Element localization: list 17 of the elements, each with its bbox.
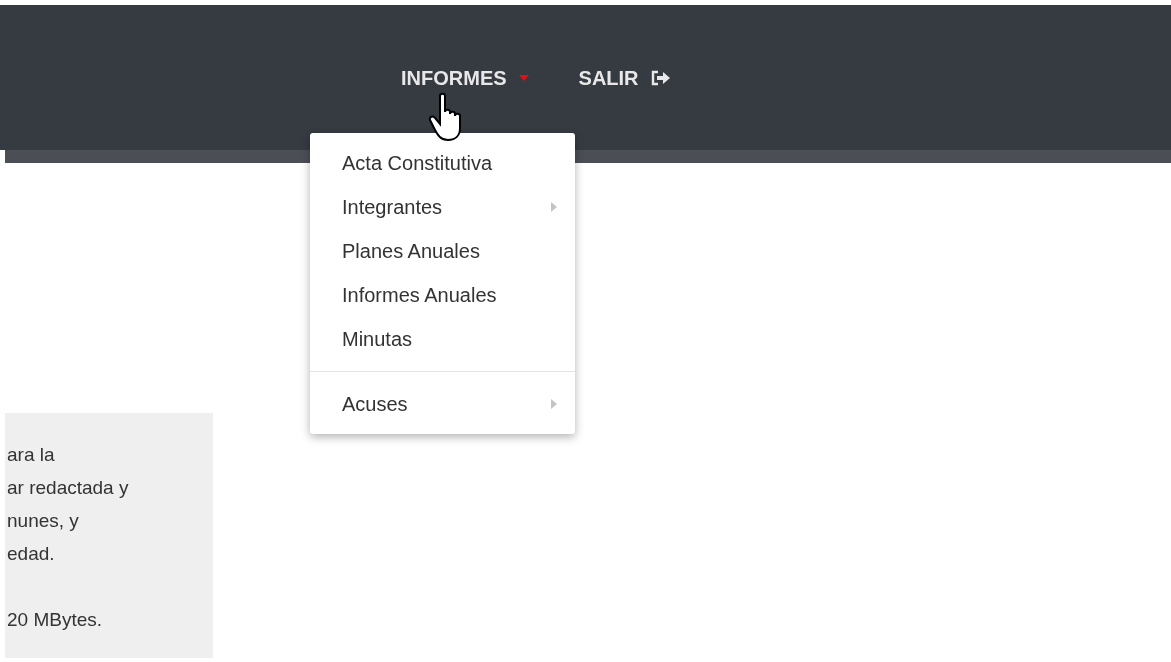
- info-text: ar redactada y: [7, 476, 130, 500]
- menu-item[interactable]: Informes Anuales: [310, 273, 575, 317]
- menu-item[interactable]: Planes Anuales: [310, 229, 575, 273]
- menu-item[interactable]: Minutas: [310, 317, 575, 361]
- info-text: ara la: [7, 443, 56, 467]
- info-text: edad.: [7, 542, 56, 566]
- menu-item[interactable]: Acta Constitutiva: [310, 141, 575, 185]
- info-text: nunes, y: [7, 509, 80, 533]
- menu-item[interactable]: Acuses: [310, 382, 575, 426]
- logout-icon: [650, 70, 671, 86]
- nav-link[interactable]: INFORMES: [401, 63, 529, 93]
- menu-item[interactable]: Integrantes: [310, 185, 575, 229]
- info-text: 20 MBytes.: [7, 608, 104, 632]
- caret-icon: [518, 75, 529, 81]
- chevron-right-icon: [551, 202, 557, 212]
- nav-link[interactable]: SALIR: [578, 63, 671, 93]
- chevron-right-icon: [551, 399, 557, 409]
